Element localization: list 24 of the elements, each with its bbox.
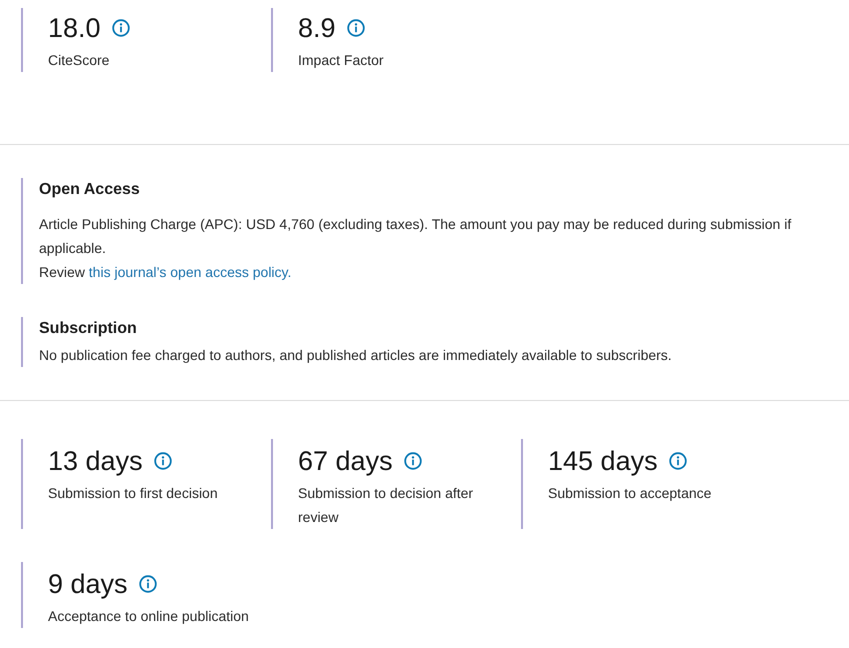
info-icon[interactable] (346, 19, 365, 37)
info-icon[interactable] (668, 452, 687, 470)
timing-value: 13 days (48, 445, 143, 477)
info-icon[interactable] (112, 19, 130, 37)
timing-value: 145 days (548, 445, 658, 477)
metric-label: Impact Factor (298, 51, 385, 70)
timing-label: Acceptance to online publication (48, 607, 250, 626)
info-icon[interactable] (138, 575, 157, 593)
access-option-title: Open Access (39, 180, 141, 200)
info-icon[interactable] (154, 452, 172, 470)
open-access-policy-link[interactable]: this journal’s open access policy. (88, 264, 292, 280)
timing-label: Submission to decision after review (298, 484, 474, 527)
access-option-description: No publication fee charged to authors, and published articles are immediately available to subscribers. (39, 346, 673, 365)
timing-value: 9 days (48, 568, 128, 600)
metric-value: 8.9 (298, 12, 336, 44)
timing-label: Submission to acceptance (548, 484, 712, 503)
metric-label: CiteScore (48, 51, 110, 70)
access-option-title: Subscription (39, 319, 138, 339)
timing-value: 67 days (298, 445, 393, 477)
open-access-policy-sentence: Review this journal’s open access policy. (39, 263, 292, 282)
timing-label: Submission to first decision (48, 484, 219, 503)
metric-value: 18.0 (48, 12, 101, 44)
info-icon[interactable] (404, 452, 422, 470)
access-option-description: Article Publishing Charge (APC): USD 4,760 (excluding taxes). The amount you pay may be reduced during submission if applicable. (39, 215, 792, 258)
